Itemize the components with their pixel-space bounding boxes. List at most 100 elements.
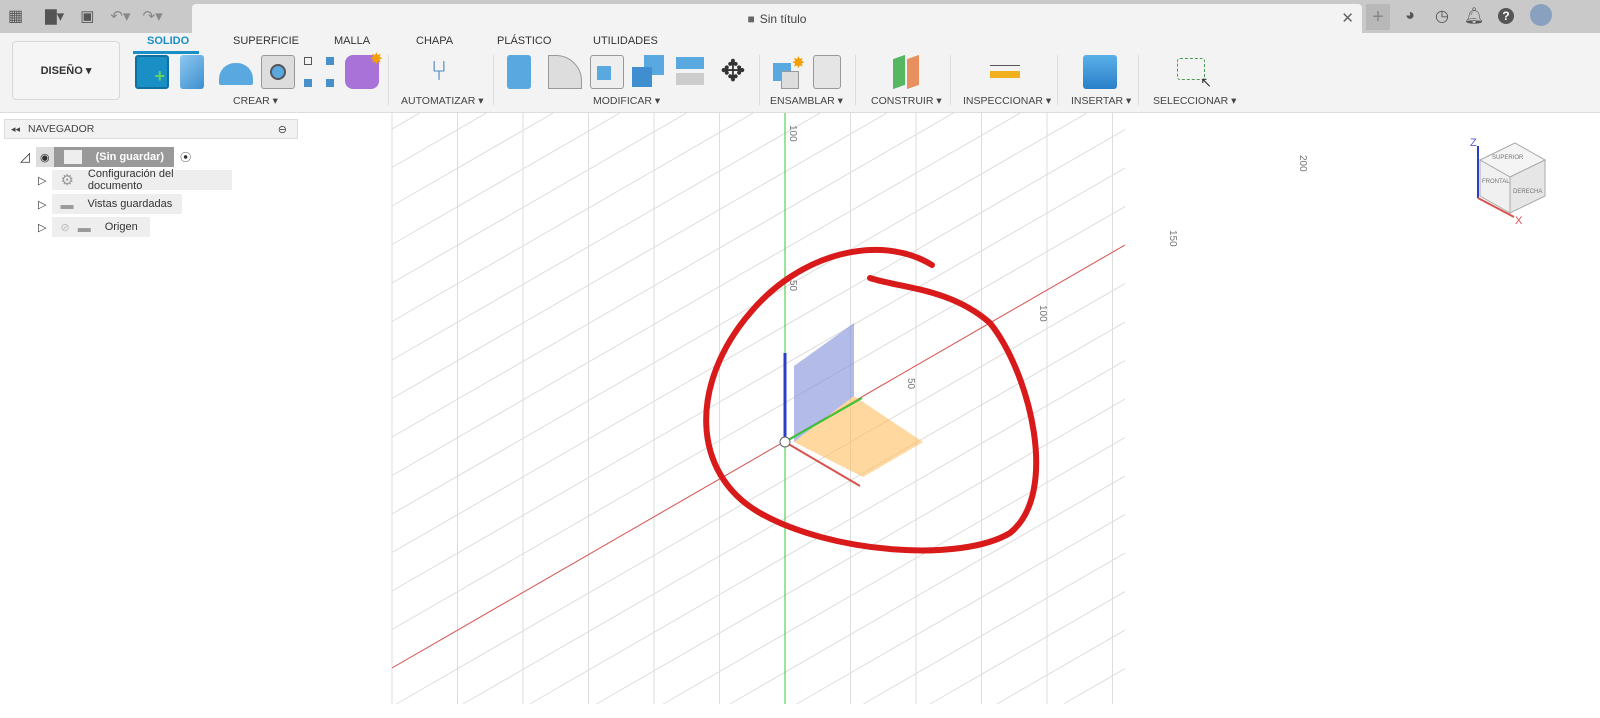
tab-superficie[interactable]: SUPERFICIE (233, 35, 299, 47)
group-modificar[interactable]: MODIFICAR ▾ (593, 95, 660, 107)
split-body-icon[interactable] (674, 55, 708, 89)
3d-viewport[interactable]: 100 200 150 100 50 50 Z X SUPERIOR FRONTALDERECHA (0, 113, 1600, 718)
red-annotation-circle (703, 246, 1040, 554)
group-automatizar[interactable]: AUTOMATIZAR ▾ (401, 95, 483, 107)
new-tab-icon[interactable]: + (1366, 4, 1390, 30)
x-axis-line (391, 244, 1126, 669)
grid-line (391, 113, 554, 207)
folder-icon: ▬ (77, 219, 91, 235)
redo-icon[interactable]: ↷▾ (143, 7, 163, 25)
combine-icon[interactable] (632, 55, 666, 89)
title-bar: ▦ ▇▾ ▣ ↶▾ ↷▾ ■ Sin título ✕ + ◕ ◷ 🔔︎ ? (0, 0, 1600, 33)
grid-label: 50 (787, 280, 798, 292)
job-status-icon[interactable]: ◷ (1430, 5, 1454, 27)
grid (391, 113, 1126, 705)
activate-radio-icon[interactable]: ⦿ (180, 149, 191, 165)
collapse-triangle-icon[interactable]: ◿ (20, 149, 30, 165)
folder-icon: ▬ (60, 196, 74, 212)
group-construir[interactable]: CONSTRUIR ▾ (871, 95, 942, 107)
viewcube-front-label: FRONTAL (1482, 179, 1510, 185)
grid-line (396, 283, 1126, 705)
workspace-switcher[interactable]: DISEÑO ▾ (12, 41, 120, 100)
document-title: Sin título (759, 11, 807, 26)
grid-line (391, 113, 420, 130)
grid-line (996, 629, 1126, 705)
tab-solido[interactable]: SOLIDO (147, 35, 189, 47)
tree-root[interactable]: ◿ ◉ (Sin guardar) ⦿ (20, 147, 191, 167)
tab-chapa[interactable]: CHAPA (416, 35, 453, 47)
workspace-label: DISEÑO ▾ (40, 65, 92, 77)
minimize-navigator-icon[interactable]: ⊖ (278, 123, 287, 136)
grid-line (662, 437, 1126, 705)
tab-malla[interactable]: MALLA (334, 35, 370, 47)
extrude-icon[interactable] (180, 55, 204, 89)
group-inspeccionar[interactable]: INSPECCIONAR ▾ (963, 95, 1051, 107)
new-component-icon[interactable]: ✸ (771, 55, 805, 89)
pattern-icon[interactable] (302, 55, 336, 89)
visibility-eye-icon[interactable]: ◉ (36, 147, 54, 167)
tree-item-label: Configuración del documento (87, 168, 174, 192)
grid-line (391, 129, 1126, 553)
hidden-eye-icon[interactable]: ⊘ (60, 221, 69, 234)
grid-line (863, 552, 1126, 705)
joint-icon[interactable] (813, 55, 841, 89)
insert-image-icon[interactable] (1083, 55, 1117, 89)
shell-icon[interactable] (590, 55, 624, 89)
tree-item-saved-views[interactable]: ▷ ▬ Vistas guardadas (38, 194, 183, 214)
grid-line (391, 113, 954, 438)
tab-utilidades[interactable]: UTILIDADES (593, 35, 658, 47)
revolve-icon[interactable] (219, 63, 253, 85)
divider (950, 55, 951, 105)
hole-icon[interactable] (261, 55, 295, 89)
save-icon[interactable]: ▣ (80, 7, 94, 25)
document-icon: ■ (747, 11, 755, 26)
document-tab[interactable]: ■ Sin título ✕ (192, 4, 1362, 33)
grid-line (391, 113, 754, 322)
file-icon[interactable]: ▇▾ (45, 7, 64, 25)
tab-plastico[interactable]: PLÁSTICO (497, 35, 551, 47)
collapse-navigator-icon[interactable]: ◂◂ (11, 124, 20, 135)
tree-item-label: Origen (104, 221, 138, 233)
group-insertar[interactable]: INSERTAR ▾ (1071, 95, 1131, 107)
origin-point (779, 436, 791, 448)
move-icon[interactable]: ✥ (716, 55, 750, 89)
viewcube-x-label: X (1515, 215, 1523, 227)
group-seleccionar[interactable]: SELECCIONAR ▾ (1153, 95, 1236, 107)
extensions-icon[interactable]: ◕ (1398, 5, 1422, 27)
create-sketch-icon[interactable]: + (135, 55, 169, 89)
divider (855, 55, 856, 105)
tree-item-document-settings[interactable]: ▷ ⚙ Configuración del documento (38, 168, 233, 192)
divider (759, 55, 760, 105)
active-tab-indicator (133, 51, 199, 54)
measure-icon[interactable] (988, 55, 1022, 89)
grid-label: 100 (1037, 305, 1048, 322)
grid-line (391, 113, 621, 245)
group-crear[interactable]: CREAR ▾ (233, 95, 278, 107)
gear-icon: ⚙ (60, 172, 74, 189)
expand-triangle-icon[interactable]: ▷ (38, 198, 46, 211)
ribbon-toolbar: DISEÑO ▾ SOLIDO SUPERFICIE MALLA CHAPA P… (0, 33, 1600, 113)
close-tab-icon[interactable]: ✕ (1341, 9, 1354, 27)
user-avatar-icon[interactable] (1529, 4, 1553, 26)
select-window-icon[interactable]: ↖ (1177, 58, 1212, 90)
navigator-title: NAVEGADOR (28, 123, 95, 135)
component-icon (63, 150, 82, 164)
apps-grid-icon[interactable]: ▦ (8, 6, 23, 26)
viewcube-right-label: DERECHA (1513, 189, 1542, 195)
offset-plane-icon[interactable] (889, 54, 923, 90)
undo-icon[interactable]: ↶▾ (110, 7, 130, 25)
root-component[interactable]: (Sin guardar) (53, 147, 175, 167)
automate-icon[interactable]: ⑂ (422, 55, 456, 89)
press-pull-icon[interactable] (507, 55, 531, 89)
expand-triangle-icon[interactable]: ▷ (38, 221, 46, 234)
grid-label: 100 (787, 125, 798, 142)
grid-line (729, 475, 1126, 705)
group-ensamblar[interactable]: ENSAMBLAR ▾ (770, 95, 843, 107)
create-form-icon[interactable]: ✸ (345, 51, 383, 89)
root-label: (Sin guardar) (95, 151, 165, 163)
help-icon[interactable]: ? (1494, 5, 1518, 27)
expand-triangle-icon[interactable]: ▷ (38, 174, 46, 187)
tree-item-origin[interactable]: ▷ ⊘ ▬ Origen (38, 217, 151, 237)
fillet-icon[interactable] (548, 55, 582, 89)
notifications-icon[interactable]: 🔔︎ (1462, 5, 1486, 27)
